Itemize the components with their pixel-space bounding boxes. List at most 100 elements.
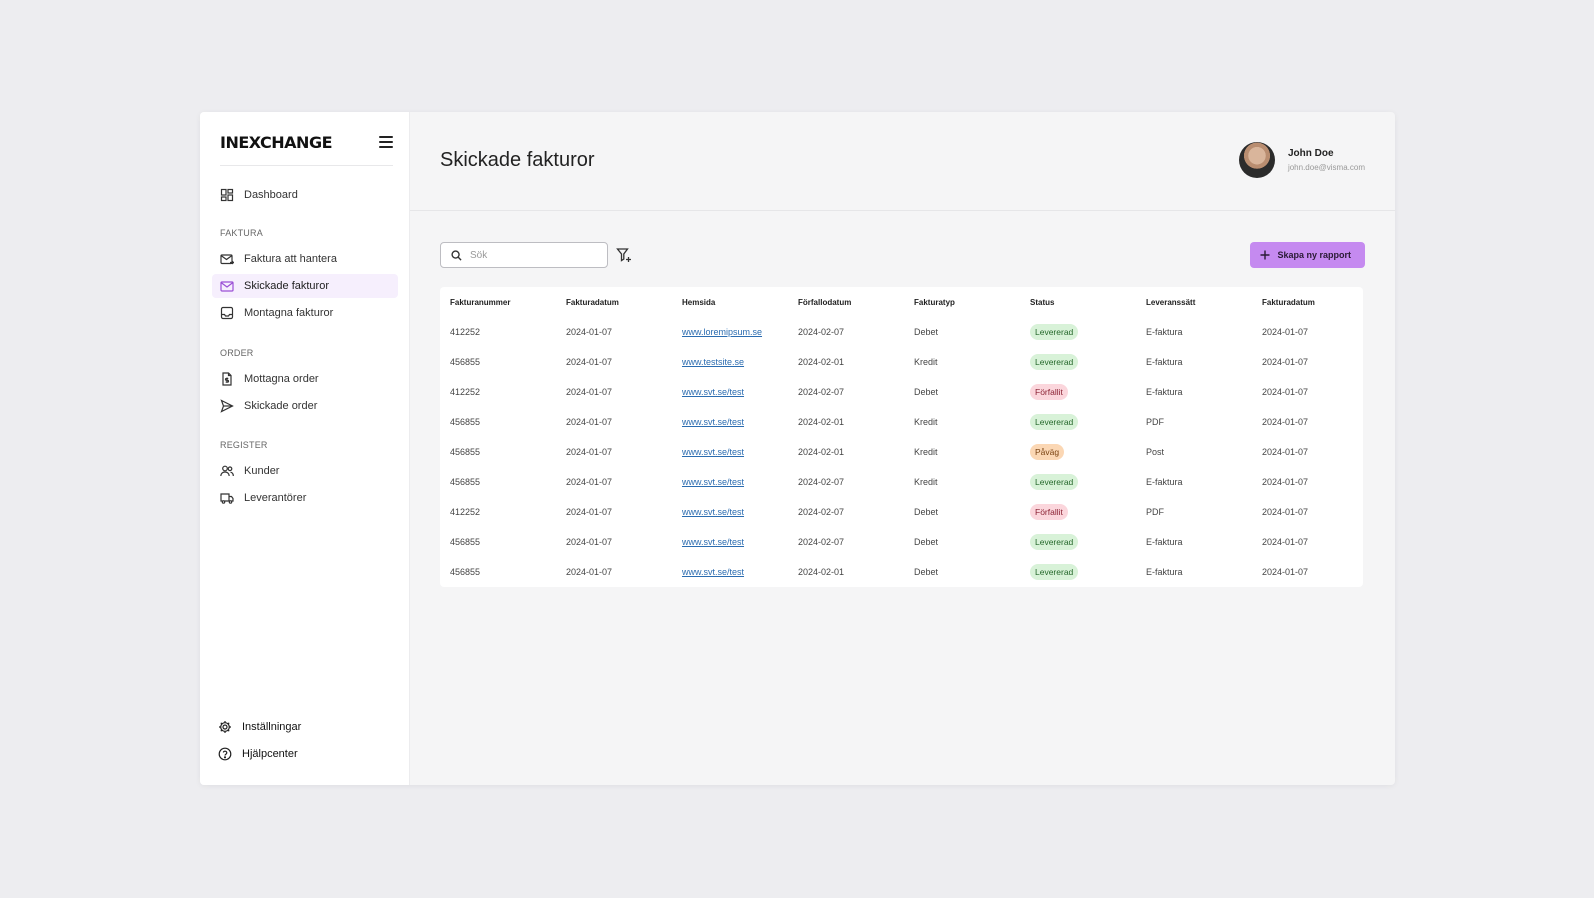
table-cell: 456855 — [450, 357, 481, 367]
table-cell: www.svt.se/test — [672, 557, 788, 587]
table-cell: www.svt.se/test — [672, 377, 788, 407]
table-row[interactable]: 412252 2024-01-07 www.loremipsum.se 2024-02… — [440, 317, 1363, 347]
sidebar-item-installningar[interactable]: Inställningar — [210, 715, 396, 739]
sidebar-item-kunder[interactable]: Kunder — [212, 459, 398, 483]
table-cell: E-faktura — [1146, 387, 1183, 397]
website-link[interactable]: www.loremipsum.se — [682, 327, 762, 337]
page-title: Skickade fakturor — [440, 149, 595, 171]
sidebar-item-label: Inställningar — [242, 721, 302, 733]
sidebar-item-mottagna-order[interactable]: Mottagna order — [212, 367, 398, 391]
table-row[interactable]: 456855 2024-01-07 www.svt.se/test 2024-02-0… — [440, 557, 1363, 587]
column-header[interactable]: Hemsida — [672, 287, 788, 317]
website-link[interactable]: www.svt.se/test — [682, 447, 744, 457]
search-box[interactable] — [440, 242, 608, 268]
toolbar: Skapa ny rapport — [440, 242, 1365, 268]
column-header[interactable]: Förfallodatum — [788, 287, 904, 317]
sidebar-item-label: Kunder — [244, 465, 280, 477]
table-row[interactable]: 456855 2024-01-07 www.testsite.se 2024-02-0… — [440, 347, 1363, 377]
table-cell: 2024-01-07 — [566, 357, 613, 367]
table-cell: 2024-02-07 — [798, 507, 845, 517]
filter-add-icon[interactable] — [616, 247, 632, 263]
avatar[interactable] — [1238, 142, 1275, 178]
column-header[interactable]: Fakturanummer — [440, 287, 556, 317]
website-link[interactable]: www.svt.se/test — [682, 507, 744, 517]
table-cell: 2024-02-01 — [798, 417, 845, 427]
sidebar-item-label: Hjälpcenter — [242, 748, 298, 760]
plus-icon — [1260, 250, 1270, 260]
sidebar-item-skickade-order[interactable]: Skickade order — [212, 394, 398, 418]
table-cell: 412252 — [450, 327, 481, 337]
sidebar-item-skickade-fakturor[interactable]: Skickade fakturor — [212, 274, 398, 298]
table-cell: www.svt.se/test — [672, 467, 788, 497]
sidebar-item-faktura-att-hantera[interactable]: Faktura att hantera — [212, 247, 398, 271]
website-link[interactable]: www.svt.se/test — [682, 477, 744, 487]
status-badge: Levererad — [1030, 414, 1079, 430]
page-header: Skickade fakturor John Doe john.doe@vism… — [410, 112, 1395, 211]
table-cell: Debet — [914, 507, 939, 517]
section-label-order: ORDER — [220, 348, 254, 358]
section-label-register: REGISTER — [220, 440, 268, 450]
table-cell: 2024-01-07 — [1262, 567, 1309, 577]
table-cell: Kredit — [914, 417, 938, 427]
status-badge: Levererad — [1030, 474, 1079, 490]
sidebar-item-montagna-fakturor[interactable]: Montagna fakturor — [212, 301, 398, 325]
document-dollar-icon — [222, 372, 232, 386]
table-row[interactable]: 456855 2024-01-07 www.svt.se/test 2024-02-0… — [440, 407, 1363, 437]
website-link[interactable]: www.testsite.se — [682, 357, 744, 367]
table-cell: E-faktura — [1146, 537, 1183, 547]
sidebar-item-dashboard[interactable]: Dashboard — [212, 183, 398, 207]
website-link[interactable]: www.svt.se/test — [682, 417, 744, 427]
table-cell: 2024-01-07 — [1262, 477, 1309, 487]
table-cell: 2024-02-01 — [798, 447, 845, 457]
table-row[interactable]: 456855 2024-01-07 www.svt.se/test 2024-02-0… — [440, 467, 1363, 497]
column-header[interactable]: Leveranssätt — [1136, 287, 1252, 317]
user-profile[interactable]: John Doe john.doe@visma.com — [1238, 142, 1365, 178]
sidebar-item-label: Leverantörer — [244, 492, 307, 504]
table-row[interactable]: 412252 2024-01-07 www.svt.se/test 2024-02-0… — [440, 377, 1363, 407]
table-row[interactable]: 456855 2024-01-07 www.svt.se/test 2024-02-0… — [440, 527, 1363, 557]
create-report-button[interactable]: Skapa ny rapport — [1250, 242, 1365, 268]
table-cell: 2024-02-07 — [798, 537, 845, 547]
help-circle-icon — [218, 747, 232, 761]
website-link[interactable]: www.svt.se/test — [682, 387, 744, 397]
table-cell: Levererad — [1020, 467, 1136, 497]
inbox-icon — [220, 306, 234, 320]
table-cell: Debet — [914, 387, 939, 397]
table-cell: 2024-01-07 — [1262, 537, 1309, 547]
column-header[interactable]: Status — [1020, 287, 1136, 317]
invoice-table: Fakturanummer Fakturadatum Hemsida Förfallo… — [440, 287, 1363, 587]
table-cell: 2024-01-07 — [566, 327, 613, 337]
table-cell: Kredit — [914, 357, 938, 367]
column-header[interactable]: Fakturadatum — [1252, 287, 1363, 317]
table-cell: 2024-02-01 — [798, 357, 845, 367]
sidebar-item-leverantorer[interactable]: Leverantörer — [212, 486, 398, 510]
sidebar-item-hjalpcenter[interactable]: Hjälpcenter — [210, 742, 396, 766]
inexchange-logo: INEXCHANGE — [220, 132, 333, 152]
search-input[interactable] — [470, 249, 600, 261]
table-row[interactable]: 456855 2024-01-07 www.svt.se/test 2024-02-0… — [440, 437, 1363, 467]
truck-icon — [220, 493, 234, 504]
table-cell: 456855 — [450, 537, 481, 547]
table-cell: 2024-01-07 — [566, 537, 613, 547]
table-cell: Levererad — [1020, 527, 1136, 557]
table-cell: 2024-02-07 — [798, 327, 845, 337]
hamburger-menu-icon[interactable] — [379, 136, 393, 148]
status-badge: Levererad — [1030, 534, 1079, 550]
table-cell: 2024-01-07 — [1262, 357, 1309, 367]
table-cell: Levererad — [1020, 407, 1136, 437]
table-cell: 412252 — [450, 387, 481, 397]
table-cell: PDF — [1146, 417, 1164, 427]
search-icon — [451, 249, 462, 261]
sidebar-item-label: Skickade order — [244, 400, 318, 412]
table-cell: 2024-02-07 — [798, 477, 845, 487]
table-row[interactable]: 412252 2024-01-07 www.svt.se/test 2024-02-0… — [440, 497, 1363, 527]
website-link[interactable]: www.svt.se/test — [682, 537, 744, 547]
website-link[interactable]: www.svt.se/test — [682, 567, 744, 577]
column-header[interactable]: Fakturatyp — [904, 287, 1020, 317]
table-body: 412252 2024-01-07 www.loremipsum.se 2024-02… — [440, 317, 1363, 587]
status-badge: Förfallit — [1030, 504, 1068, 520]
column-header[interactable]: Fakturadatum — [556, 287, 672, 317]
table-cell: 2024-02-01 — [798, 567, 845, 577]
table-cell: E-faktura — [1146, 567, 1183, 577]
table-cell: 2024-01-07 — [1262, 417, 1309, 427]
